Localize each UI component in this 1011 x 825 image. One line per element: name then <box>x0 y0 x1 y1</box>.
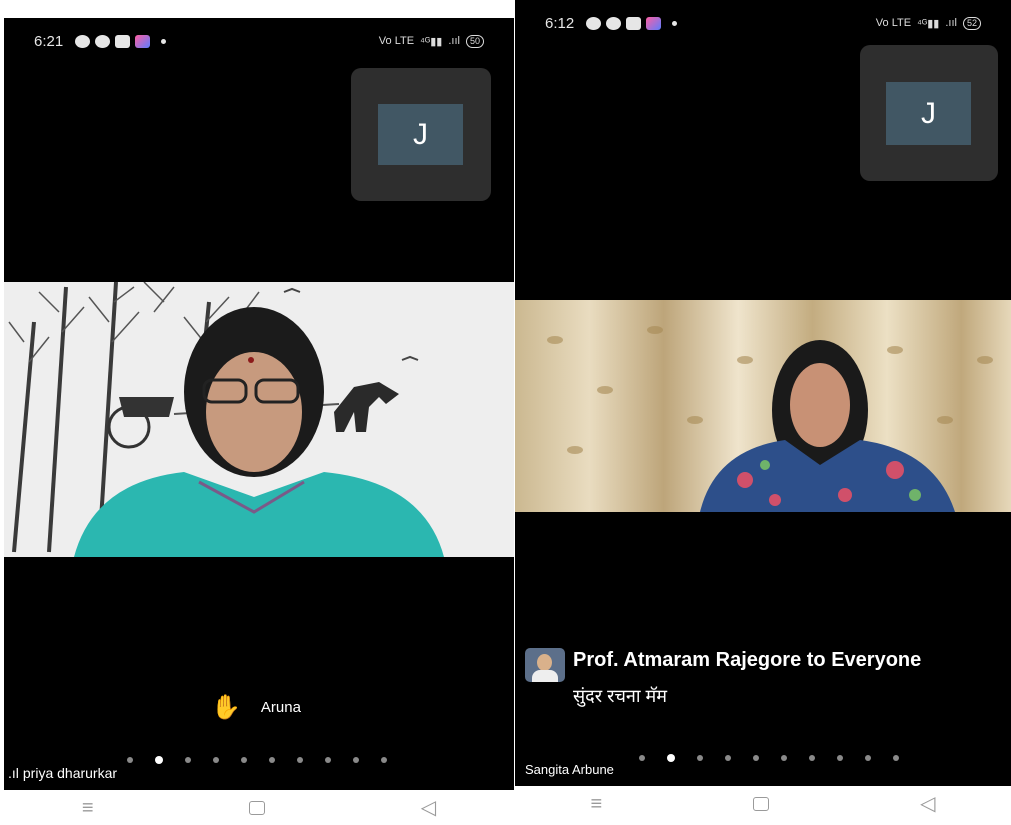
page-dot[interactable] <box>297 757 303 763</box>
app-icon <box>135 34 151 48</box>
home-square-icon[interactable] <box>753 796 770 811</box>
page-dot[interactable] <box>213 757 219 763</box>
back-triangle-icon[interactable]: ◁ <box>920 794 935 814</box>
raised-hand-name: Aruna <box>260 699 301 716</box>
page-dot[interactable] <box>753 755 759 761</box>
app-icon <box>646 16 662 30</box>
page-dot[interactable] <box>241 757 247 763</box>
participant-video[interactable] <box>515 300 1011 512</box>
page-dot[interactable] <box>781 755 787 761</box>
battery-icon: 52 <box>962 16 981 30</box>
jio-icon <box>95 34 111 48</box>
status-bar: 6:12 Vo LTE ⁴ᴳ▮▮ .ııl 52 <box>545 10 981 36</box>
page-dot[interactable] <box>127 757 133 763</box>
page-dot[interactable] <box>325 757 331 763</box>
signal-bars-icon: .ıl <box>8 765 19 781</box>
page-dot[interactable] <box>697 755 703 761</box>
status-time: 6:21 <box>34 32 64 50</box>
home-square-icon[interactable] <box>249 800 266 815</box>
more-notifications-icon <box>672 20 678 26</box>
chat-sender: Prof. Atmaram Rajegore to Everyone <box>573 649 922 671</box>
signal-icon: .ııl <box>945 17 957 29</box>
page-dot[interactable] <box>809 755 815 761</box>
right-phone-screen: 6:12 Vo LTE ⁴ᴳ▮▮ .ııl 52 J Prof. Atmaram… <box>515 0 1011 786</box>
page-dot[interactable] <box>269 757 275 763</box>
speaker-name: Sangita Arbune <box>525 762 614 777</box>
menu-icon[interactable]: ≡ <box>590 794 602 814</box>
status-time: 6:12 <box>545 14 575 32</box>
page-dot[interactable] <box>381 757 387 763</box>
page-dot-active[interactable] <box>667 754 675 762</box>
left-navigation-bar: ≡ ◁ <box>4 790 514 825</box>
message-icon <box>115 34 131 48</box>
left-phone-screen: 6:21 Vo LTE ⁴ᴳ▮▮ .ııl 50 J ✋ Aruna .ıl p… <box>4 18 514 790</box>
jio-icon <box>606 16 622 30</box>
page-dot[interactable] <box>639 755 645 761</box>
page-dot[interactable] <box>865 755 871 761</box>
video-frame <box>4 282 514 557</box>
page-indicator[interactable] <box>127 756 387 764</box>
page-dot[interactable] <box>185 757 191 763</box>
network-4g-icon: ⁴ᴳ▮▮ <box>917 17 940 30</box>
self-avatar: J <box>886 82 971 145</box>
page-dot[interactable] <box>725 755 731 761</box>
page-dot-active[interactable] <box>155 756 163 764</box>
menu-icon[interactable]: ≡ <box>82 798 94 818</box>
raised-hand-icon: ✋ <box>211 694 241 721</box>
self-view-tile[interactable]: J <box>860 45 998 181</box>
sender-avatar <box>525 648 565 682</box>
self-view-tile[interactable]: J <box>351 68 491 201</box>
chat-message-overlay[interactable]: Prof. Atmaram Rajegore to Everyone सुंदर… <box>525 648 965 708</box>
video-frame <box>515 300 1011 512</box>
battery-icon: 50 <box>465 34 484 48</box>
signal-icon: .ııl <box>448 35 460 47</box>
page-dot[interactable] <box>353 757 359 763</box>
right-navigation-bar: ≡ ◁ <box>515 786 1011 821</box>
network-4g-icon: ⁴ᴳ▮▮ <box>420 35 443 48</box>
page-dot[interactable] <box>893 755 899 761</box>
page-dot[interactable] <box>837 755 843 761</box>
chat-message-text: सुंदर रचना मॅम <box>573 686 668 706</box>
speaker-name-tag: .ıl priya dharurkar <box>8 765 117 781</box>
message-icon <box>626 16 642 30</box>
volte-icon: Vo LTE <box>875 17 912 29</box>
page-indicator[interactable] <box>639 754 899 762</box>
raised-hand-notice: ✋ Aruna <box>211 693 301 722</box>
self-avatar: J <box>378 104 463 165</box>
volte-icon: Vo LTE <box>378 35 415 47</box>
status-bar: 6:21 Vo LTE ⁴ᴳ▮▮ .ııl 50 <box>34 28 484 54</box>
app-notification-icon <box>586 16 602 30</box>
speaker-name: priya dharurkar <box>22 765 118 781</box>
speaker-name-tag: Sangita Arbune <box>525 762 614 777</box>
back-triangle-icon[interactable]: ◁ <box>421 798 436 818</box>
more-notifications-icon <box>161 38 167 44</box>
app-notification-icon <box>75 34 91 48</box>
participant-video[interactable] <box>4 282 514 557</box>
